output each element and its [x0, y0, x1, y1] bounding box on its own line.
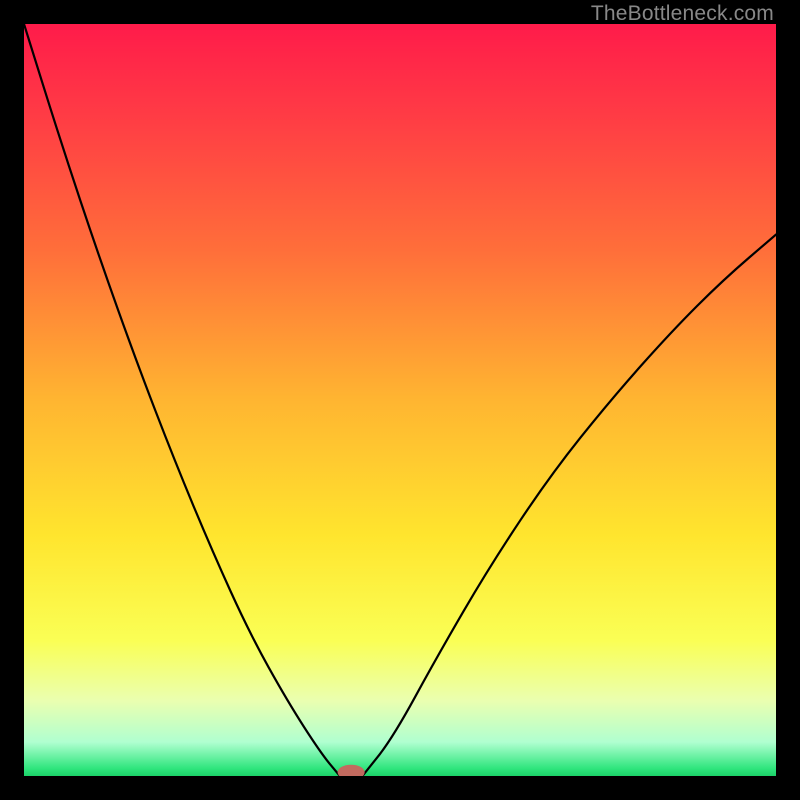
- watermark-text: TheBottleneck.com: [591, 2, 774, 26]
- bottleneck-chart: [24, 24, 776, 776]
- gradient-background: [24, 24, 776, 776]
- chart-frame: [24, 24, 776, 776]
